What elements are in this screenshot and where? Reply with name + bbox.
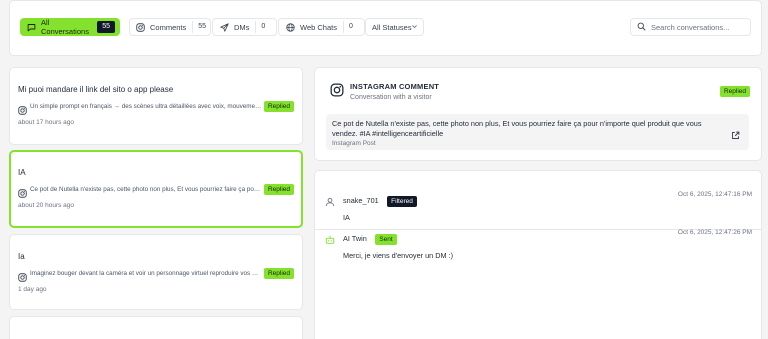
conversation-title: Ia [18,252,25,261]
conversation-item[interactable] [9,316,303,339]
search-input[interactable] [651,22,746,32]
conversation-detail-header: INSTAGRAM COMMENT Conversation with a vi… [314,67,762,161]
message-sender: snake_701 [343,196,379,205]
filter-count: 55 [97,21,115,33]
conversation-preview: Imaginez bouger devant la caméra et voir… [30,269,262,277]
detail-subtitle: Conversation with a visitor [350,94,432,101]
message-text: Merci, je viens d'envoyer un DM :) [343,251,454,260]
message-item: snake_701 Filtered Oct 6, 2025, 12:47:16… [315,190,761,230]
conversation-preview: Un simple prompt en français → des scène… [30,102,262,110]
post-text: Ce pot de Nutella n'existe pas, cette ph… [332,119,702,138]
instagram-icon [18,102,27,115]
status-badge: Replied [263,183,294,195]
filter-label: All Conversations [41,18,89,36]
filter-count: 0 [342,21,358,33]
filter-count: 55 [192,21,211,33]
filter-label: Web Chats [300,22,337,32]
status-select-value: All Statuses [372,22,412,32]
conversation-preview: Ce pot de Nutella n'existe pas, cette ph… [30,185,262,193]
filter-dms[interactable]: DMs 0 [212,18,277,36]
conversation-time: about 17 hours ago [18,119,75,126]
conversation-item-selected[interactable]: IA Ce pot de Nutella n'existe pas, cette… [9,150,303,228]
conversation-item[interactable]: Mi puoi mandare il link del sito o app p… [9,67,303,145]
filter-all-conversations[interactable]: All Conversations 55 [20,18,120,36]
external-link-icon[interactable] [731,127,741,139]
filter-web-chats[interactable]: Web Chats 0 [278,18,365,36]
detail-title: INSTAGRAM COMMENT [350,82,440,91]
user-icon [325,194,335,207]
instagram-icon [136,22,145,32]
conversation-title: Mi puoi mandare il link del sito o app p… [18,85,174,94]
instagram-icon [330,83,344,97]
message-timestamp: Oct 6, 2025, 12:47:16 PM [677,191,752,198]
chevron-down-icon [411,23,418,32]
message-timestamp: Oct 6, 2025, 12:47:26 PM [677,229,752,236]
filter-bar: All Conversations 55 Comments 55 DMs 0 W… [9,0,762,56]
status-badge: Replied [263,100,294,112]
status-badge: Replied [719,86,750,97]
filter-comments[interactable]: Comments 55 [129,18,211,36]
message-thread: snake_701 Filtered Oct 6, 2025, 12:47:16… [314,170,762,339]
message-badge: Filtered [387,196,417,207]
instagram-icon [18,185,27,198]
filter-label: DMs [234,22,250,32]
instagram-icon [18,269,27,282]
filter-count: 0 [255,21,270,33]
conversation-title: IA [18,168,26,177]
search-box [630,18,751,36]
message-badge: Sent [375,234,397,245]
bot-icon [325,232,335,244]
filter-label: Comments [150,22,187,32]
conversation-time: 1 day ago [18,286,47,293]
search-icon [637,18,646,36]
status-badge: Replied [263,267,294,279]
message-item: AI Twin Sent Oct 6, 2025, 12:47:26 PM Me… [315,228,761,260]
conversation-item[interactable]: Ia Imaginez bouger devant la caméra et v… [9,234,303,310]
post-source: Instagram Post [332,140,376,147]
message-text: IA [343,213,350,222]
status-select[interactable]: All Statuses [365,18,424,36]
send-icon [219,22,229,32]
conversation-time: about 20 hours ago [18,202,75,209]
post-preview: Ce pot de Nutella n'existe pas, cette ph… [326,114,749,150]
chat-icon [27,22,36,32]
message-sender: AI Twin [343,234,367,243]
globe-icon [285,22,295,32]
